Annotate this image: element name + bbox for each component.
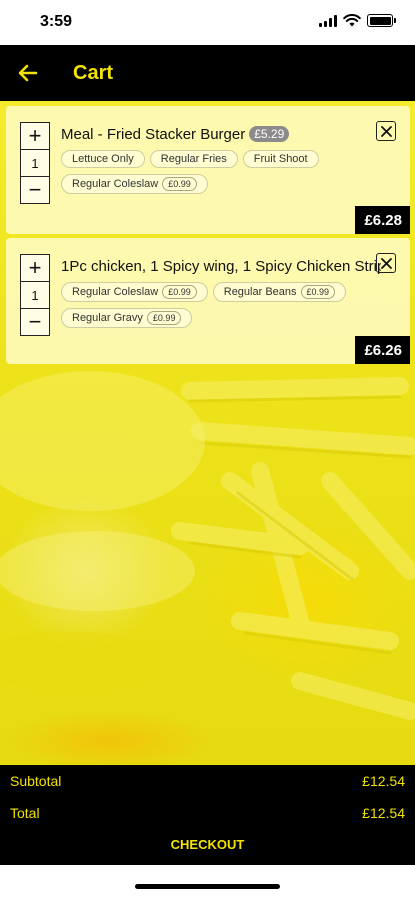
cart-item-card: + 1 − Meal - Fried Stacker Burger £5.29 L… [6,106,410,234]
decrease-quantity-button[interactable]: − [21,177,49,203]
total-value: £12.54 [362,805,405,821]
option-price: £0.99 [300,285,336,299]
item-total-price: £6.26 [355,336,410,364]
quantity-stepper: + 1 − [20,122,50,204]
item-options: Regular Coleslaw £0.99 Regular Beans £0.99… [61,282,391,328]
option-tag: Regular Coleslaw £0.99 [61,174,208,194]
item-options: Lettuce Only Regular Fries Fruit Shoot R… [61,150,391,194]
remove-item-button[interactable] [376,121,396,141]
item-title-row: Meal - Fried Stacker Burger £5.29 [61,126,290,143]
quantity-value: 1 [21,281,49,309]
option-tag: Regular Coleslaw £0.99 [61,282,208,302]
status-bar: 3:59 [0,0,415,45]
option-label: Regular Fries [160,153,227,165]
checkout-button[interactable]: CHECKOUT [0,837,415,852]
quantity-value: 1 [21,149,49,177]
subtotal-value: £12.54 [362,773,405,789]
decrease-quantity-button[interactable]: − [21,309,49,335]
battery-icon [367,14,396,27]
total-label: Total [10,805,40,821]
item-title: Meal - Fried Stacker Burger [61,126,246,143]
item-total-price: £6.28 [355,206,410,234]
item-base-price: £5.29 [249,126,290,142]
subtotal-row: Subtotal £12.54 [10,773,405,789]
status-time: 3:59 [40,13,73,30]
status-icons [319,14,396,27]
remove-item-button[interactable] [376,253,396,273]
increase-quantity-button[interactable]: + [21,255,49,281]
option-tag: Fruit Shoot [242,150,319,168]
page-title: Cart [73,62,114,84]
cart-item-card: + 1 − 1Pc chicken, 1 Spicy wing, 1 Spicy… [6,238,410,364]
option-label: Regular Coleslaw [72,178,159,190]
option-tag: Regular Gravy £0.99 [61,308,193,328]
option-price: £0.99 [162,177,197,191]
close-icon [380,257,392,269]
option-price: £0.99 [146,311,182,325]
signal-icon [319,14,337,27]
nav-bar: Cart [0,45,415,101]
cart-content: + 1 − Meal - Fried Stacker Burger £5.29 L… [0,101,415,765]
home-indicator [135,884,280,889]
increase-quantity-button[interactable]: + [21,123,49,149]
quantity-stepper: + 1 − [20,254,50,336]
option-label: Regular Beans [223,286,297,298]
close-icon [380,125,392,137]
option-tag: Regular Beans £0.99 [212,282,347,302]
option-label: Regular Coleslaw [72,286,159,298]
option-label: Lettuce Only [72,153,134,165]
subtotal-label: Subtotal [10,773,62,789]
total-row: Total £12.54 [10,805,405,821]
option-price: £0.99 [162,285,197,299]
item-title: 1Pc chicken, 1 Spicy wing, 1 Spicy Chick… [61,258,381,275]
option-tag: Regular Fries [149,150,238,168]
option-tag: Lettuce Only [61,150,145,168]
back-arrow-icon[interactable] [16,61,40,85]
option-label: Regular Gravy [72,312,143,324]
wifi-icon [343,14,361,27]
option-label: Fruit Shoot [253,153,308,165]
order-summary: Subtotal £12.54 Total £12.54 CHECKOUT [0,765,415,865]
